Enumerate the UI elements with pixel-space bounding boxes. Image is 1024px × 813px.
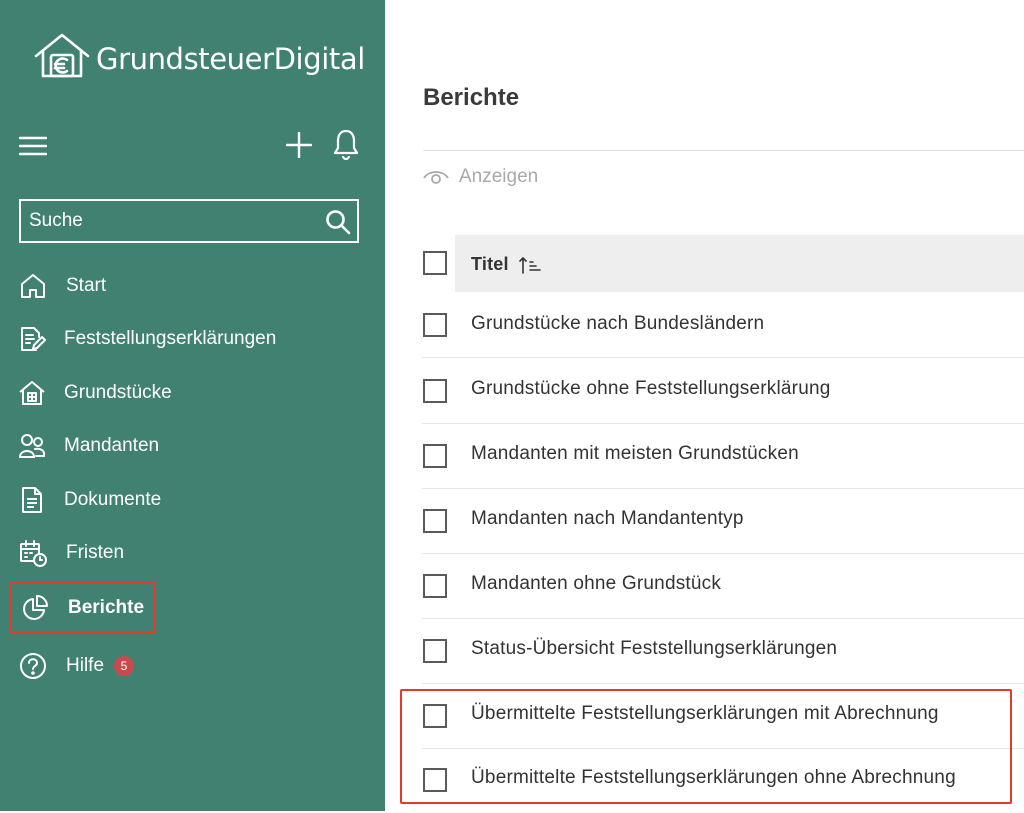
title-column-header[interactable]: Titel [471,254,541,275]
row-checkbox[interactable] [423,313,447,337]
sidebar-item-label: Hilfe [66,655,105,676]
sidebar-item-start[interactable]: Start [10,260,156,312]
report-title[interactable]: Grundstücke nach Bundesländern [471,313,764,335]
sidebar-item-fristen[interactable]: Fristen [10,527,156,579]
row-checkbox[interactable] [423,379,447,403]
table-row[interactable]: Übermittelte Feststellungserklärungen mi… [422,683,1024,749]
sidebar-item-berichte[interactable]: Berichte [10,582,156,634]
sidebar: GrundsteuerDigital Start [0,0,385,811]
main-content: Berichte Anzeigen Titel Grundstücke nach… [385,0,1024,811]
row-checkbox[interactable] [423,704,447,728]
row-checkbox[interactable] [423,639,447,663]
sidebar-item-label: Start [66,275,107,296]
select-all-checkbox[interactable] [423,251,447,275]
help-icon [18,651,48,681]
calendar-clock-icon [18,538,48,568]
table-row[interactable]: Grundstücke nach Bundesländern [422,292,1024,358]
eye-icon [423,171,449,184]
users-icon [18,431,46,461]
divider [423,150,1024,151]
sidebar-item-mandanten[interactable]: Mandanten [10,420,160,472]
brand-name: GrundsteuerDigital [96,42,365,76]
column-header-label: Titel [471,254,509,274]
table-header: Titel [422,235,1024,292]
show-button-label: Anzeigen [459,166,539,187]
sidebar-item-label: Grundstücke [64,382,172,403]
table-row[interactable]: Mandanten ohne Grundstück [422,553,1024,619]
notification-badge: 5 [114,656,135,676]
search-box [19,199,359,243]
report-title[interactable]: Mandanten ohne Grundstück [471,573,721,595]
bell-icon[interactable] [333,129,359,161]
hamburger-menu-icon[interactable] [19,136,47,156]
table-row[interactable]: Grundstücke ohne Feststellungserklärung [422,358,1024,424]
table-row[interactable]: Mandanten mit meisten Grundstücken [422,423,1024,489]
search-input[interactable] [21,201,319,241]
sidebar-item-label: Dokumente [64,489,162,510]
show-button[interactable]: Anzeigen [423,166,538,188]
plus-icon[interactable] [286,132,312,158]
sidebar-item-label: Berichte [68,597,145,618]
table-row[interactable]: Übermittelte Feststellungserklärungen oh… [422,748,1024,813]
sidebar-item-label: Feststellungserklärungen [64,328,277,349]
sidebar-item-feststellungserklaerungen[interactable]: Feststellungserklärungen [10,313,276,365]
sort-ascending-icon [518,256,541,274]
report-title[interactable]: Mandanten mit meisten Grundstücken [471,443,799,465]
page-title: Berichte [423,84,520,111]
brand-logo[interactable]: GrundsteuerDigital [34,32,365,80]
building-icon [18,378,46,408]
row-checkbox[interactable] [423,768,447,792]
report-title[interactable]: Grundstücke ohne Feststellungserklärung [471,378,831,400]
document-edit-icon [18,324,46,354]
report-title[interactable]: Übermittelte Feststellungserklärungen oh… [471,767,956,789]
table-row[interactable]: Status-Übersicht Feststellungserklärunge… [422,618,1024,684]
file-icon [18,485,46,515]
house-euro-icon [34,33,90,78]
row-checkbox[interactable] [423,444,447,468]
sidebar-item-dokumente[interactable]: Dokumente [10,474,161,526]
report-title[interactable]: Status-Übersicht Feststellungserklärunge… [471,638,837,660]
row-checkbox[interactable] [423,574,447,598]
sidebar-item-hilfe[interactable]: Hilfe 5 [10,640,156,692]
table-row[interactable]: Mandanten nach Mandantentyp [422,488,1024,554]
pie-chart-icon [20,593,50,623]
sidebar-item-label: Mandanten [64,435,160,456]
search-icon[interactable] [325,209,351,235]
sidebar-item-grundstuecke[interactable]: Grundstücke [10,367,172,419]
sidebar-item-label: Fristen [66,542,125,563]
report-title[interactable]: Übermittelte Feststellungserklärungen mi… [471,703,939,725]
report-title[interactable]: Mandanten nach Mandantentyp [471,508,744,530]
home-icon [18,271,48,301]
row-checkbox[interactable] [423,509,447,533]
